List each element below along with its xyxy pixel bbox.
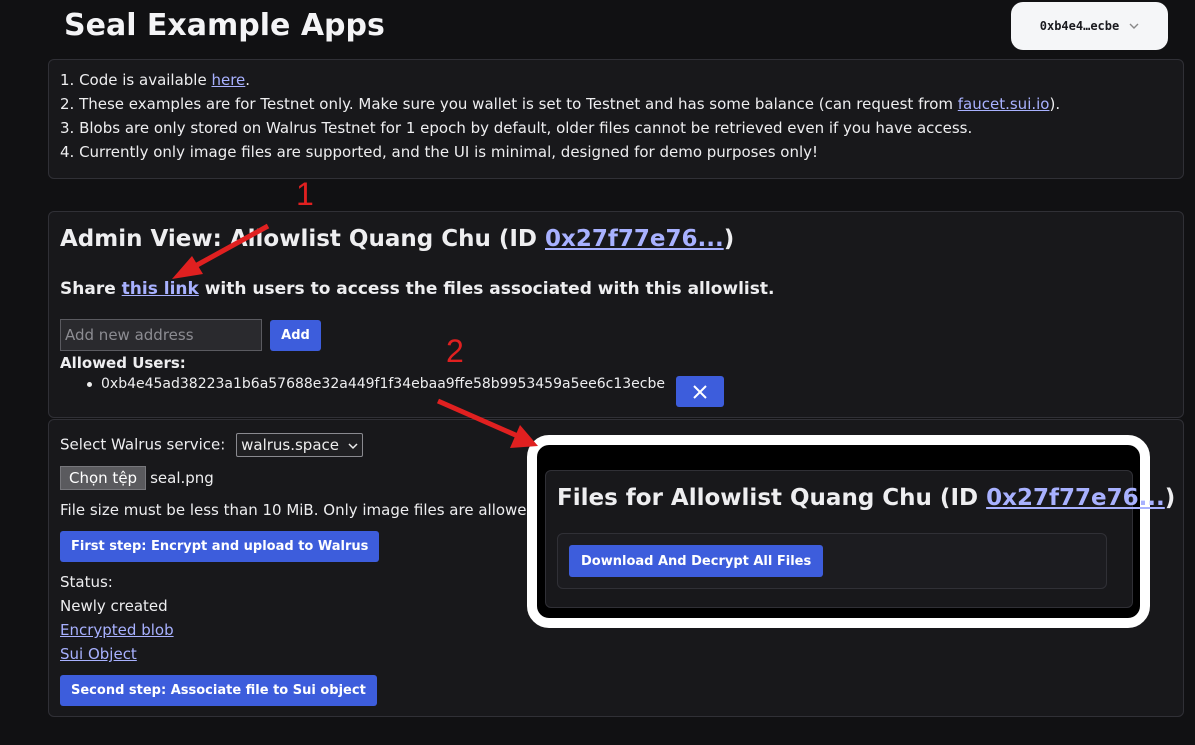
admin-title: Admin View: Allowlist Quang Chu (ID 0x27… [60,226,734,252]
admin-title-text: Admin View: Allowlist Quang Chu (ID [60,226,545,252]
download-decrypt-button[interactable]: Download And Decrypt All Files [569,545,824,577]
bullet-icon [87,381,92,387]
share-text: Share this link with users to access the… [60,279,774,299]
walrus-service-label: Select Walrus service: [60,435,226,454]
close-icon [693,384,707,399]
download-box: Download And Decrypt All Files [557,533,1107,589]
info-text: 1. Code is available [60,71,212,89]
wallet-button[interactable]: 0xb4e4…ecbe [1011,2,1168,50]
sui-object-link[interactable]: Sui Object [60,645,137,663]
info-text: ). [1049,95,1061,113]
files-title: Files for Allowlist Quang Chu (ID 0x27f7… [557,485,1175,511]
info-text: 2. These examples are for Testnet only. … [60,95,958,113]
allowed-users-label: Allowed Users: [60,354,186,372]
info-line-1: 1. Code is available here. [60,68,1172,92]
status-value: Newly created [60,597,168,615]
files-id-link[interactable]: 0x27f77e76... [986,485,1165,511]
admin-title-text: ) [723,226,735,252]
info-panel: 1. Code is available here. 2. These exam… [48,59,1184,179]
allowed-user-address: 0xb4e45ad38223a1b6a57688e32a449f1f34ebaa… [101,376,665,392]
faucet-link[interactable]: faucet.sui.io [958,95,1050,113]
info-line-3: 3. Blobs are only stored on Walrus Testn… [60,119,973,137]
chevron-down-icon [348,443,358,450]
files-title-text: Files for Allowlist Quang Chu (ID [557,485,987,511]
remove-user-button[interactable] [676,376,724,407]
files-panel: Files for Allowlist Quang Chu (ID 0x27f7… [545,470,1175,608]
admin-panel: Admin View: Allowlist Quang Chu (ID 0x27… [48,211,1184,418]
add-address-button[interactable]: Add [270,320,321,351]
choose-file-button[interactable]: Chọn tệp [60,466,147,490]
file-picker-row: Chọn tệp seal.png [60,466,214,490]
file-name: seal.png [150,469,214,487]
add-address-input[interactable] [60,319,262,351]
chevron-down-icon [1129,23,1139,29]
status-label: Status: [60,573,113,591]
info-line-2: 2. These examples are for Testnet only. … [60,92,1172,116]
encrypt-upload-button[interactable]: First step: Encrypt and upload to Walrus [60,531,380,562]
size-note: File size must be less than 10 MiB. Only… [60,501,541,519]
allowlist-id-link[interactable]: 0x27f77e76... [545,226,724,252]
wallet-address: 0xb4e4…ecbe [1039,19,1120,33]
walrus-service-select[interactable]: walrus.space [236,433,363,457]
list-item: 0xb4e45ad38223a1b6a57688e32a449f1f34ebaa… [87,376,665,392]
files-title-text: ) [1164,485,1176,511]
code-link[interactable]: here [211,71,245,89]
walrus-service-value: walrus.space [241,436,339,454]
annotation-number-one: 1 [296,176,314,212]
share-suffix: with users to access the files associate… [198,279,775,299]
highlight-frame: Files for Allowlist Quang Chu (ID 0x27f7… [527,435,1175,628]
associate-file-button[interactable]: Second step: Associate file to Sui objec… [60,675,377,706]
share-prefix: Share [60,279,122,299]
encrypted-blob-link[interactable]: Encrypted blob [60,621,174,639]
app-title: Seal Example Apps [64,8,385,43]
walrus-service-row: Select Walrus service: walrus.space [60,433,363,457]
annotation-number-two: 2 [446,333,464,369]
info-text: . [245,71,251,89]
share-link[interactable]: this link [122,279,199,299]
info-line-4: 4. Currently only image files are suppor… [60,143,819,161]
